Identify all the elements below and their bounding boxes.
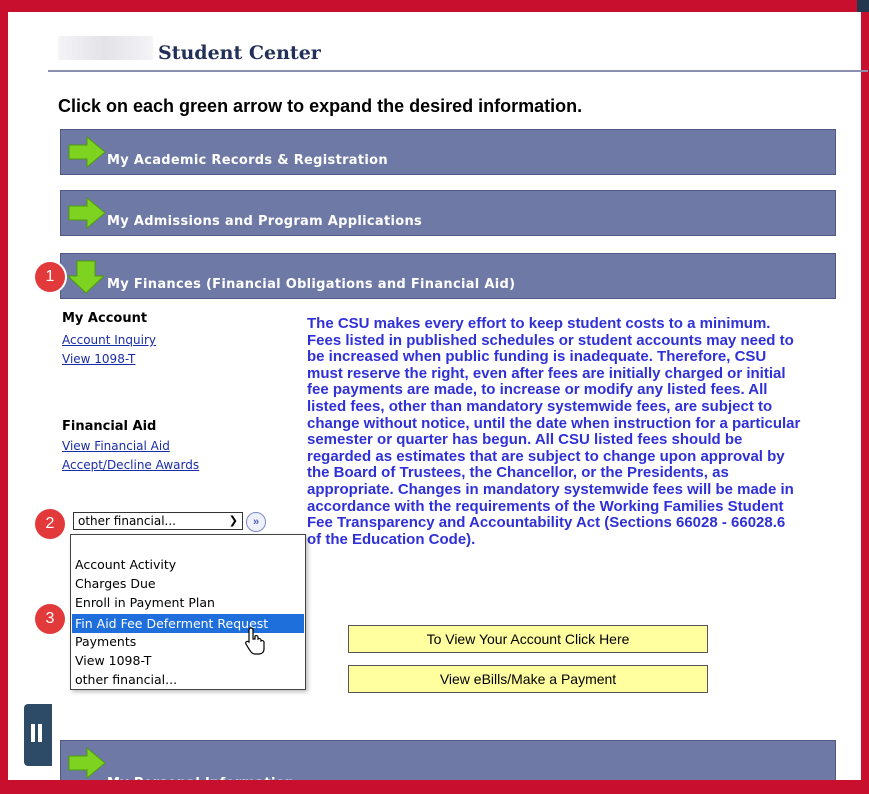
option-account-activity[interactable]: Account Activity — [75, 557, 176, 572]
expand-arrow-icon[interactable] — [67, 136, 107, 168]
option-charges-due[interactable]: Charges Due — [75, 576, 156, 591]
step-badge-3: 3 — [35, 604, 65, 634]
financial-options-dropdown[interactable]: Account Activity Charges Due Enroll in P… — [70, 534, 306, 690]
fees-disclaimer-text: The CSU makes every effort to keep stude… — [307, 315, 801, 548]
redacted-name — [58, 36, 153, 60]
mouse-pointer-icon — [245, 627, 265, 655]
section-label: My Finances (Financial Obligations and F… — [107, 277, 516, 292]
view-ebills-button[interactable]: View eBills/Make a Payment — [348, 665, 708, 693]
section-label: My Academic Records & Registration — [107, 153, 388, 168]
other-financial-select[interactable]: other financial... ❯ — [73, 512, 243, 530]
option-enroll-payment-plan[interactable]: Enroll in Payment Plan — [75, 595, 215, 610]
step-badge-2: 2 — [35, 509, 65, 539]
double-chevron-right-icon: » — [252, 516, 260, 528]
expand-arrow-icon[interactable] — [67, 747, 107, 779]
section-admissions[interactable]: My Admissions and Program Applications — [60, 190, 836, 236]
window-corner — [857, 0, 869, 12]
side-panel-tab[interactable] — [24, 704, 52, 766]
pause-icon — [31, 724, 35, 742]
step-badge-1: 1 — [35, 262, 65, 292]
financial-aid-heading: Financial Aid — [62, 419, 157, 434]
page-title: Student Center — [158, 42, 321, 64]
section-finances[interactable]: My Finances (Financial Obligations and F… — [60, 253, 836, 299]
page-header: Student Center — [48, 26, 868, 72]
select-value: other financial... — [78, 514, 176, 528]
section-academic-records[interactable]: My Academic Records & Registration — [60, 129, 836, 175]
collapse-arrow-icon[interactable] — [67, 260, 107, 294]
view-1098t-link[interactable]: View 1098-T — [62, 352, 135, 366]
option-view-1098t[interactable]: View 1098-T — [75, 653, 151, 668]
go-button[interactable]: » — [246, 512, 266, 532]
expand-arrow-icon[interactable] — [67, 197, 107, 229]
option-fin-aid-fee-deferment[interactable]: Fin Aid Fee Deferment Request — [72, 614, 304, 633]
option-other-financial[interactable]: other financial... — [75, 672, 177, 687]
view-account-button[interactable]: To View Your Account Click Here — [348, 625, 708, 653]
accept-decline-awards-link[interactable]: Accept/Decline Awards — [62, 458, 199, 472]
frame-bottom-edge — [0, 780, 869, 794]
section-label: My Admissions and Program Applications — [107, 214, 423, 229]
view-financial-aid-link[interactable]: View Financial Aid — [62, 439, 170, 453]
chevron-down-icon: ❯ — [228, 514, 238, 527]
account-inquiry-link[interactable]: Account Inquiry — [62, 333, 156, 347]
instruction-text: Click on each green arrow to expand the … — [58, 96, 583, 116]
option-payments[interactable]: Payments — [75, 634, 136, 649]
my-account-heading: My Account — [62, 311, 148, 326]
